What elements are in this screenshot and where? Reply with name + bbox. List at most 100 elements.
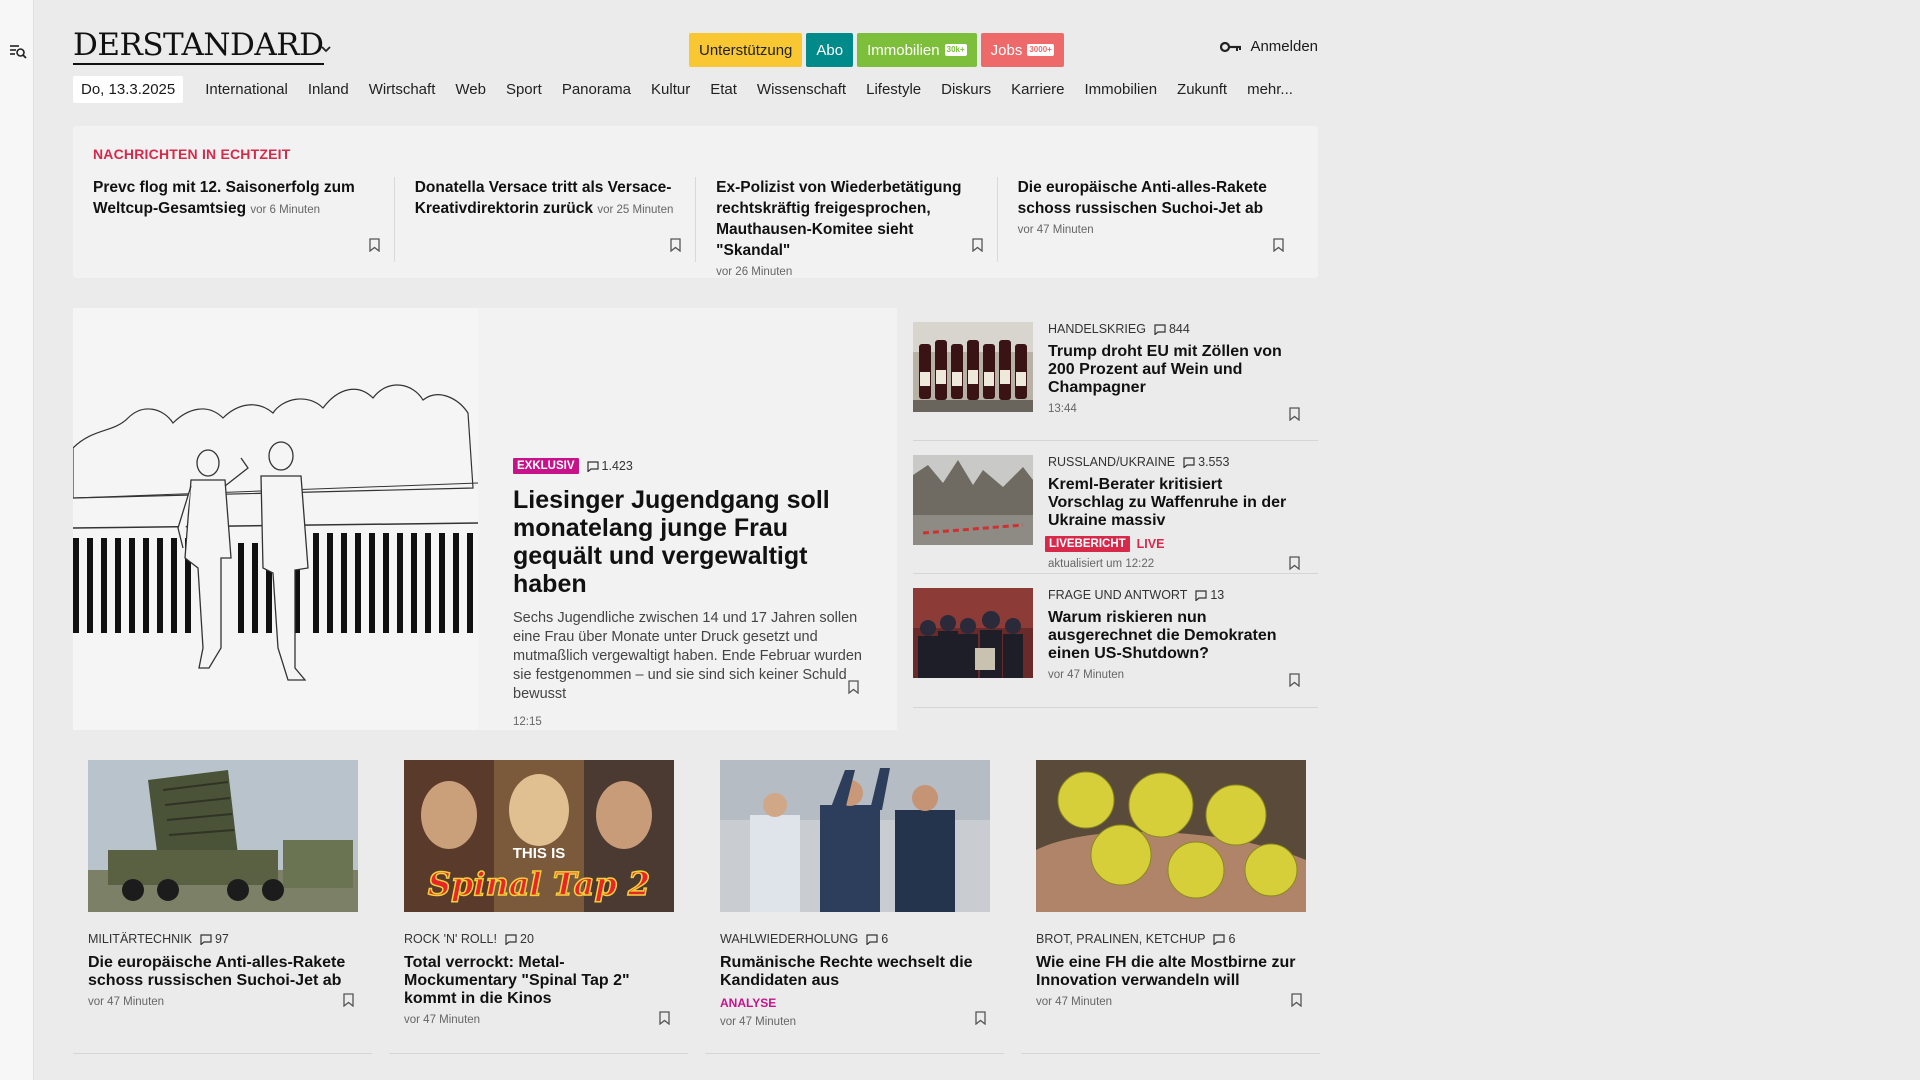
bookmark-icon[interactable] bbox=[369, 238, 380, 252]
hero-time: 12:15 bbox=[513, 716, 542, 728]
current-date: Do, 13.3.2025 bbox=[73, 75, 184, 103]
nav-item-zukunft[interactable]: Zukunft bbox=[1167, 81, 1237, 98]
immobilien-button[interactable]: Immobilien 30k+ bbox=[857, 33, 977, 67]
side-article[interactable]: Frage und Antwort 13 Warum riskieren nun … bbox=[913, 574, 1318, 708]
nav-item-panorama[interactable]: Panorama bbox=[552, 81, 641, 98]
side-article[interactable]: Russland/Ukraine 3.553 Kreml-Berater krit… bbox=[913, 441, 1318, 574]
side-kicker: Russland/Ukraine 3.553 bbox=[1048, 455, 1298, 469]
card-title[interactable]: Die europäische Anti-alles-Rakete schoss… bbox=[88, 954, 357, 990]
article-card[interactable]: Brot, Pralinen, Ketchup 6 Wie eine FH die… bbox=[1021, 760, 1320, 1054]
nav-item-inland[interactable]: Inland bbox=[298, 81, 359, 98]
analyse-tag: ANALYSE bbox=[720, 996, 777, 1010]
side-article[interactable]: Handelskrieg 844 Trump droht EU mit Zölle… bbox=[913, 308, 1318, 441]
support-button[interactable]: Unterstützung bbox=[689, 33, 803, 67]
side-kicker: Frage und Antwort 13 bbox=[1048, 588, 1298, 602]
jobs-label: Jobs bbox=[990, 41, 1023, 59]
comment-count[interactable]: 6 bbox=[866, 932, 888, 946]
comment-count-value: 844 bbox=[1168, 322, 1190, 336]
bookmark-icon[interactable] bbox=[659, 1011, 670, 1025]
side-title[interactable]: Warum riskieren nun ausgerechnet die Dem… bbox=[1048, 609, 1298, 663]
side-article-text: Handelskrieg 844 Trump droht EU mit Zölle… bbox=[1048, 322, 1298, 415]
realtime-item[interactable]: Donatella Versace tritt als Versace-Krea… bbox=[393, 177, 695, 262]
realtime-item[interactable]: Prevc flog mit 12. Saisonerfolg zum Welt… bbox=[93, 177, 394, 262]
comment-icon bbox=[1213, 934, 1225, 945]
nav-item-wirtschaft[interactable]: Wirtschaft bbox=[359, 81, 446, 98]
comment-count-value: 97 bbox=[214, 932, 229, 946]
bookmark-icon[interactable] bbox=[1291, 993, 1302, 1007]
hero-article[interactable]: EXKLUSIV 1.423 Liesinger Jugendgang soll… bbox=[73, 308, 897, 730]
comment-count[interactable]: 6 bbox=[1213, 932, 1235, 946]
poster-text-title: Spinal Tap 2 bbox=[428, 865, 650, 903]
poster-text-this-is: THIS IS bbox=[513, 845, 566, 862]
card-kicker: Brot, Pralinen, Ketchup 6 bbox=[1036, 932, 1305, 946]
nav-item-wissenschaft[interactable]: Wissenschaft bbox=[747, 81, 856, 98]
nav-item-diskurs[interactable]: Diskurs bbox=[931, 81, 1001, 98]
card-kicker-label: Wahlwiederholung bbox=[720, 932, 859, 946]
card-meta: vor 47 Minuten bbox=[88, 996, 165, 1008]
article-card[interactable]: Wahlwiederholung 6 Rumänische Rechte wech… bbox=[705, 760, 1004, 1054]
bookmark-icon[interactable] bbox=[1289, 407, 1300, 421]
card-title[interactable]: Total verrockt: Metal-Mockumentary "Spin… bbox=[404, 954, 673, 1008]
bookmark-icon[interactable] bbox=[1289, 673, 1300, 687]
comment-count[interactable]: 3.553 bbox=[1183, 455, 1229, 469]
live-row: LIVEBERICHT LIVE bbox=[1045, 536, 1298, 552]
nav-item-lifestyle[interactable]: Lifestyle bbox=[856, 81, 931, 98]
missile-launcher-image bbox=[88, 760, 358, 912]
realtime-item[interactable]: Ex-Polizist von Wiederbetätigung rechtsk… bbox=[695, 177, 996, 278]
comment-count-value: 13 bbox=[1210, 588, 1225, 602]
bookmark-icon[interactable] bbox=[848, 680, 859, 694]
bookmark-icon[interactable] bbox=[343, 993, 354, 1007]
card-kicker: Militärtechnik 97 bbox=[88, 932, 357, 946]
card-title[interactable]: Wie eine FH die alte Mostbirne zur Innov… bbox=[1036, 954, 1305, 990]
site-logo[interactable]: DERSTANDARD bbox=[73, 28, 324, 65]
login-button[interactable]: Anmelden bbox=[1220, 38, 1318, 55]
side-kicker-label: Handelskrieg bbox=[1048, 322, 1146, 336]
top-stories: EXKLUSIV 1.423 Liesinger Jugendgang soll… bbox=[73, 308, 1318, 730]
abo-button[interactable]: Abo bbox=[806, 33, 854, 67]
card-kicker-label: Militärtechnik bbox=[88, 932, 192, 946]
hero-title[interactable]: Liesinger Jugendgang soll monatelang jun… bbox=[513, 486, 873, 598]
comment-count-value: 3.553 bbox=[1198, 455, 1230, 469]
bookmark-icon[interactable] bbox=[972, 238, 983, 252]
comment-icon bbox=[1183, 457, 1195, 468]
nav-item-karriere[interactable]: Karriere bbox=[1001, 81, 1074, 98]
destroyed-buildings-image bbox=[913, 455, 1033, 545]
nav-item-web[interactable]: Web bbox=[445, 81, 496, 98]
side-title[interactable]: Trump droht EU mit Zöllen von 200 Prozen… bbox=[1048, 343, 1298, 397]
card-meta: vor 47 Minuten bbox=[404, 1014, 481, 1026]
nav-item-kultur[interactable]: Kultur bbox=[641, 81, 700, 98]
comment-count[interactable]: 20 bbox=[505, 932, 534, 946]
bookmark-icon[interactable] bbox=[670, 238, 681, 252]
side-title[interactable]: Kreml-Berater kritisiert Vorschlag zu Wa… bbox=[1048, 476, 1298, 530]
chevron-down-icon[interactable] bbox=[319, 42, 333, 56]
bookmark-icon[interactable] bbox=[975, 1011, 986, 1025]
nav-item-immobilien[interactable]: Immobilien bbox=[1075, 81, 1168, 98]
realtime-item[interactable]: Die europäische Anti-alles-Rakete schoss… bbox=[996, 177, 1298, 262]
nav-item-sport[interactable]: Sport bbox=[496, 81, 552, 98]
login-label: Anmelden bbox=[1250, 38, 1318, 55]
side-kicker-label: Russland/Ukraine bbox=[1048, 455, 1176, 469]
realtime-time: vor 26 Minuten bbox=[716, 266, 793, 278]
card-kicker-label: Rock 'n' Roll! bbox=[404, 932, 497, 946]
comment-count-value: 6 bbox=[881, 932, 889, 946]
politicians-celebrating-image bbox=[720, 760, 990, 912]
nav-item-international[interactable]: International bbox=[195, 81, 298, 98]
article-card[interactable]: THIS IS Spinal Tap 2 Rock 'n' Roll! 20 To… bbox=[389, 760, 688, 1054]
support-label: Unterstützung bbox=[699, 41, 793, 59]
article-card[interactable]: Militärtechnik 97 Die europäische Anti-al… bbox=[73, 760, 372, 1054]
menu-search-icon[interactable] bbox=[9, 43, 27, 59]
comment-count-value: 20 bbox=[520, 932, 534, 946]
comment-count[interactable]: 97 bbox=[200, 932, 229, 946]
card-title[interactable]: Rumänische Rechte wechselt die Kandidate… bbox=[720, 954, 989, 990]
comment-count[interactable]: 844 bbox=[1154, 322, 1190, 336]
nav-item-etat[interactable]: Etat bbox=[700, 81, 747, 98]
nav-item-more[interactable]: mehr... bbox=[1237, 81, 1303, 98]
exklusiv-tag: EXKLUSIV bbox=[513, 458, 579, 474]
jobs-button[interactable]: Jobs 3000+ bbox=[980, 33, 1064, 67]
bookmark-icon[interactable] bbox=[1289, 556, 1300, 570]
comment-count[interactable]: 1.423 bbox=[587, 459, 633, 473]
side-meta: aktualisiert um 12:22 bbox=[1048, 558, 1155, 570]
comment-count[interactable]: 13 bbox=[1195, 588, 1224, 602]
bookmark-icon[interactable] bbox=[1273, 238, 1284, 252]
comment-count-value: 6 bbox=[1228, 932, 1236, 946]
